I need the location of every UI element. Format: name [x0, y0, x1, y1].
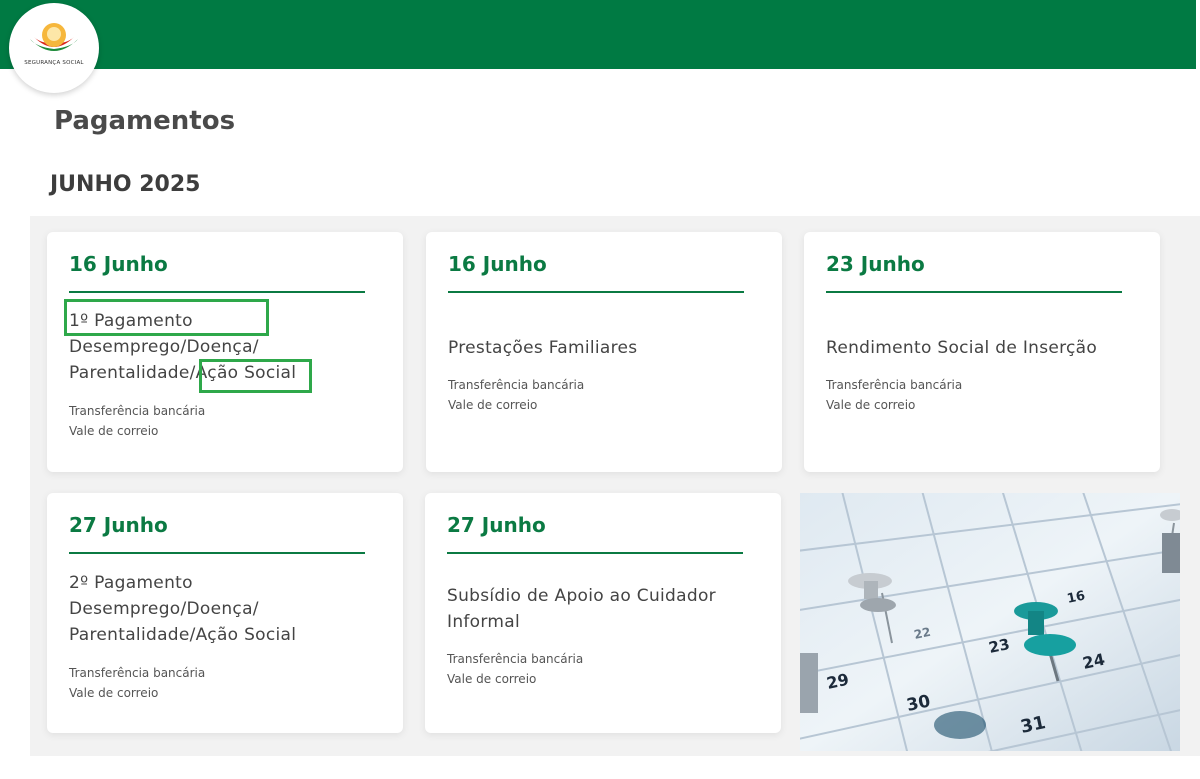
payment-card-rsi[interactable]: 23 Junho Rendimento Social de Inserção T…	[804, 232, 1160, 472]
card-title-line: Prestações Familiares	[448, 338, 638, 358]
payment-method: Transferência bancária	[826, 378, 963, 392]
payment-method: Transferência bancária	[447, 652, 584, 666]
payment-method: Vale de correio	[447, 672, 537, 686]
payment-method: Vale de correio	[448, 398, 538, 412]
grey-pin-icon	[1160, 509, 1180, 573]
payment-card-prestacoes-familiares[interactable]: 16 Junho Prestações Familiares Transferê…	[426, 232, 782, 472]
payment-card-desemprego-1[interactable]: 16 Junho 1º Pagamento Desemprego/Doença/…	[47, 232, 403, 472]
card-date: 27 Junho	[69, 513, 168, 537]
payment-card-cuidador-informal[interactable]: 27 Junho Subsídio de Apoio ao Cuidador I…	[425, 493, 781, 733]
highlight-box-primeiro-pagamento	[64, 299, 269, 336]
card-divider	[447, 552, 743, 554]
payment-method: Vale de correio	[826, 398, 916, 412]
card-divider	[69, 552, 365, 554]
payment-method: Transferência bancária	[69, 666, 206, 680]
card-title-line: Parentalidade/Ação Social	[69, 625, 297, 645]
card-divider	[69, 291, 365, 293]
seguranca-social-logo[interactable]: SEGURANÇA SOCIAL	[9, 3, 99, 93]
top-header-bar	[0, 0, 1196, 69]
payment-method: Vale de correio	[69, 686, 159, 700]
card-title-line: Desemprego/Doença/	[69, 599, 259, 619]
card-date: 16 Junho	[69, 252, 168, 276]
card-title-line: Subsídio de Apoio ao Cuidador	[447, 586, 716, 606]
card-date: 23 Junho	[826, 252, 925, 276]
highlight-box-acao-social	[199, 359, 312, 393]
logo-text: SEGURANÇA SOCIAL	[24, 60, 84, 66]
card-title-line: Rendimento Social de Inserção	[826, 338, 1098, 358]
payment-card-desemprego-2[interactable]: 27 Junho 2º Pagamento Desemprego/Doença/…	[47, 493, 403, 733]
calendar-pins-image: 16 22 23 24 29 30 31	[800, 493, 1180, 751]
teal-pin-icon	[934, 711, 986, 739]
page-title: Pagamentos	[54, 106, 236, 136]
payment-method: Vale de correio	[69, 424, 159, 438]
card-date: 27 Junho	[447, 513, 546, 537]
card-title-line: Desemprego/Doença/	[69, 337, 259, 357]
grey-pin-icon	[800, 653, 818, 713]
card-divider	[448, 291, 744, 293]
card-date: 16 Junho	[448, 252, 547, 276]
payment-method: Transferência bancária	[448, 378, 585, 392]
logo-emblem-icon	[30, 23, 78, 51]
card-title-line: 2º Pagamento	[69, 573, 193, 593]
month-title: JUNHO 2025	[50, 172, 201, 197]
card-divider	[826, 291, 1122, 293]
calendar-photo: 16 22 23 24 29 30 31	[800, 493, 1180, 751]
payment-method: Transferência bancária	[69, 404, 206, 418]
card-title-line: Informal	[447, 612, 520, 632]
